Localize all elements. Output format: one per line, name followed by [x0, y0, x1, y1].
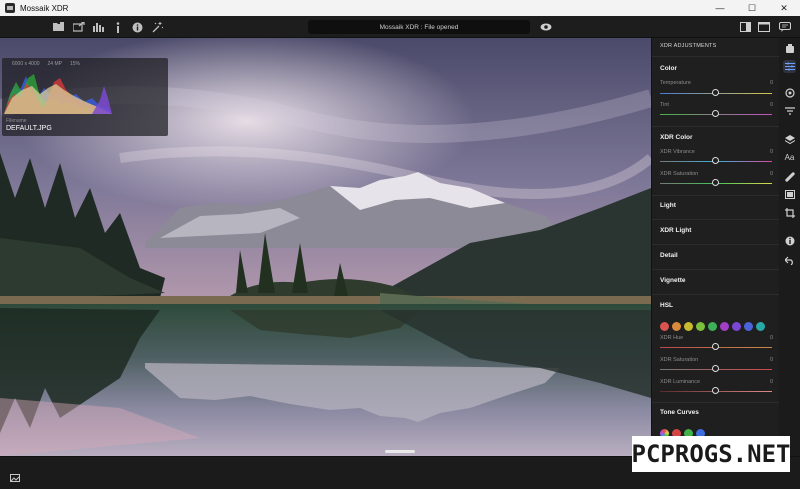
divider: [652, 195, 779, 196]
divider: [652, 294, 779, 295]
xdr-hue-value: 0: [770, 335, 774, 341]
section-hsl[interactable]: HSL: [660, 302, 673, 309]
text-icon[interactable]: Aa: [783, 151, 796, 164]
histogram-panel: 6000 x 4000 24 MP 15% Filename DEFAULT.J…: [2, 58, 168, 136]
xdr-vibrance-slider-knob[interactable]: [712, 157, 719, 164]
hsl-xdr-saturation-value: 0: [770, 357, 774, 363]
temperature-slider-knob[interactable]: [712, 89, 719, 96]
info-icon[interactable]: [111, 20, 125, 34]
divider: [652, 402, 779, 403]
hsl-swatch-violet[interactable]: [732, 322, 741, 331]
temperature-value: 0: [770, 80, 774, 86]
hsl-xdr-saturation-slider-knob[interactable]: [712, 365, 719, 372]
presets-icon[interactable]: [783, 42, 796, 55]
histogram-icon[interactable]: [91, 20, 105, 34]
hsl-swatch-green[interactable]: [708, 322, 717, 331]
status-message: Mossaik XDR : File opened: [308, 20, 530, 34]
tool-rail: Aa: [779, 38, 800, 456]
panel-title: XDR ADJUSTMENTS: [660, 43, 717, 49]
xdr-hue-label: XDR Hue: [660, 335, 684, 341]
divider: [652, 244, 779, 245]
target-icon[interactable]: [783, 86, 796, 99]
top-toolbar: Mossaik XDR : File opened: [0, 16, 800, 38]
histogram-chart: [4, 74, 112, 114]
section-light[interactable]: Light: [660, 202, 676, 209]
close-button[interactable]: ✕: [768, 0, 800, 16]
healing-icon[interactable]: [783, 170, 796, 183]
hsl-swatch-yellow[interactable]: [684, 322, 693, 331]
image-zoom: 15%: [69, 61, 80, 67]
image-stats: 6000 x 4000 24 MP 15%: [12, 61, 80, 67]
hsl-swatch-blue[interactable]: [744, 322, 753, 331]
divider: [652, 56, 779, 57]
xdr-luminance-value: 0: [770, 379, 774, 385]
tint-value: 0: [770, 102, 774, 108]
info-icon[interactable]: [783, 234, 796, 247]
split-view-icon[interactable]: [738, 20, 752, 34]
section-vignette[interactable]: Vignette: [660, 277, 686, 284]
section-xdr-light[interactable]: XDR Light: [660, 227, 691, 234]
undo-icon[interactable]: [783, 254, 796, 267]
xdr-luminance-label: XDR Luminance: [660, 379, 701, 385]
temperature-label: Temperature: [660, 80, 691, 86]
section-color[interactable]: Color: [660, 65, 677, 72]
xdr-vibrance-label: XDR Vibrance: [660, 149, 695, 155]
filter-icon[interactable]: [783, 104, 796, 117]
divider: [652, 126, 779, 127]
section-detail[interactable]: Detail: [660, 252, 678, 259]
title-bar: Mossaik XDR — ☐ ✕: [0, 0, 800, 16]
section-xdr-color[interactable]: XDR Color: [660, 134, 693, 141]
hsl-swatch-teal[interactable]: [756, 322, 765, 331]
adjustments-panel: XDR ADJUSTMENTS Color Temperature 0 Tint…: [651, 38, 779, 456]
image-megapixels: 24 MP: [47, 61, 62, 67]
open-folder-icon[interactable]: [52, 20, 66, 34]
window-title: Mossaik XDR: [20, 3, 69, 13]
xdr-saturation-value: 0: [770, 171, 774, 177]
section-tone-curves[interactable]: Tone Curves: [660, 409, 699, 416]
window-controls: — ☐ ✕: [704, 0, 800, 16]
frame-icon[interactable]: [783, 188, 796, 201]
hsl-swatch-red[interactable]: [660, 322, 669, 331]
adjustments-icon[interactable]: [783, 60, 796, 73]
app-logo-icon: [5, 3, 15, 13]
eye-icon[interactable]: [539, 20, 553, 34]
tint-slider-knob[interactable]: [712, 110, 719, 117]
chat-icon[interactable]: [778, 20, 792, 34]
xdr-saturation-label: XDR Saturation: [660, 171, 699, 177]
maximize-button[interactable]: ☐: [736, 0, 768, 16]
tint-label: Tint: [660, 102, 669, 108]
about-icon[interactable]: [130, 20, 144, 34]
export-icon[interactable]: [72, 20, 86, 34]
fullscreen-icon[interactable]: [757, 20, 771, 34]
bottom-drag-handle[interactable]: [385, 450, 415, 453]
hsl-swatch-orange[interactable]: [672, 322, 681, 331]
xdr-vibrance-value: 0: [770, 149, 774, 155]
image-dimensions: 6000 x 4000: [12, 61, 40, 67]
hsl-xdr-saturation-label: XDR Saturation: [660, 357, 699, 363]
xdr-hue-slider-knob[interactable]: [712, 343, 719, 350]
magic-wand-icon[interactable]: [150, 20, 164, 34]
gallery-icon[interactable]: [10, 469, 20, 487]
xdr-luminance-slider-knob[interactable]: [712, 387, 719, 394]
divider: [652, 219, 779, 220]
hsl-swatch-lime[interactable]: [696, 322, 705, 331]
divider: [652, 269, 779, 270]
watermark-logo: PCPROGS.NET: [632, 436, 790, 472]
layers-icon[interactable]: [783, 133, 796, 146]
hsl-swatch-purple[interactable]: [720, 322, 729, 331]
minimize-button[interactable]: —: [704, 0, 736, 16]
filename: DEFAULT.JPG: [6, 125, 52, 132]
crop-icon[interactable]: [783, 206, 796, 219]
xdr-saturation-slider-knob[interactable]: [712, 179, 719, 186]
filename-label: Filename: [6, 118, 27, 124]
